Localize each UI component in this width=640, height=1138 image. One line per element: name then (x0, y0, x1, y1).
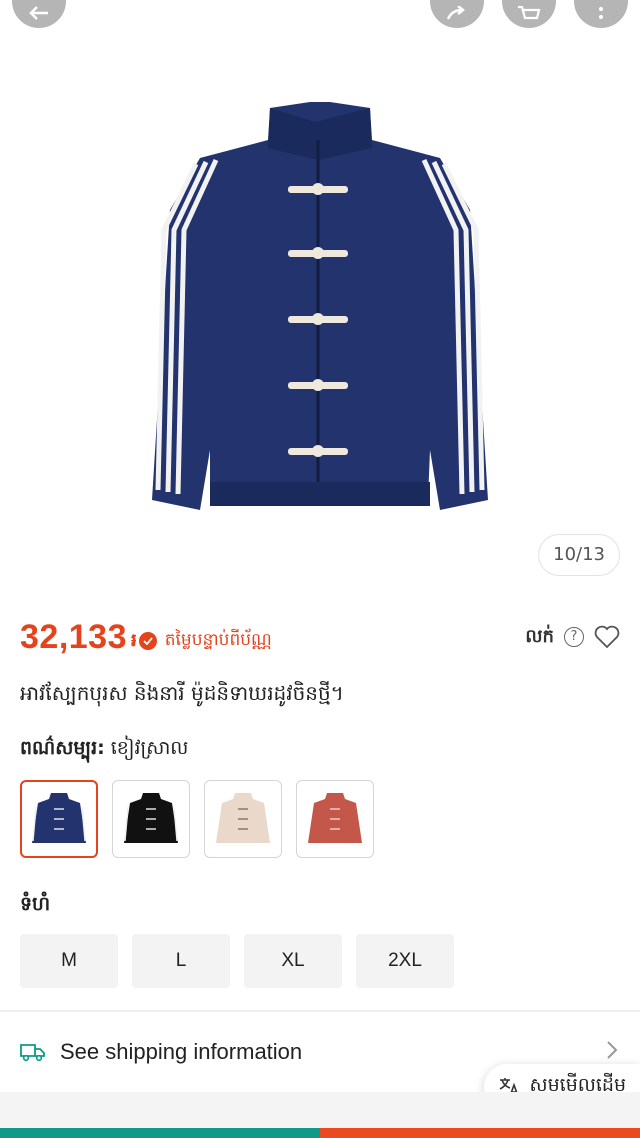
color-swatch-blue[interactable] (20, 780, 98, 858)
sell-label[interactable]: លក់ (525, 624, 554, 651)
color-label: ពណ៌សម្បុរ: ខៀវស្រាល (20, 736, 188, 764)
more-dots-icon (599, 7, 603, 19)
price-amount: 32,133 (20, 617, 127, 656)
jacket-thumbnail (216, 793, 270, 843)
currency-symbol: ៛ (131, 629, 137, 651)
jacket-thumbnail (32, 793, 86, 843)
shipping-info-label: See shipping information (60, 1039, 303, 1064)
color-swatch-red[interactable] (296, 780, 374, 858)
image-counter: 10/13 (538, 534, 620, 576)
size-option-l[interactable]: L (132, 934, 230, 988)
size-label: ទំហំ (20, 893, 51, 915)
favorite-heart-icon[interactable] (594, 625, 620, 649)
price-after-coupon-note: តម្លៃបន្ទាប់ពីប័ណ្ណ (164, 629, 272, 650)
size-option-xl[interactable]: XL (244, 934, 342, 988)
chevron-right-icon (607, 1041, 618, 1059)
size-option-2xl[interactable]: 2XL (356, 934, 454, 988)
cart-icon (518, 6, 541, 20)
bottom-action-bar (0, 1128, 640, 1138)
coupon-badge-icon (138, 632, 157, 650)
color-swatches (20, 780, 374, 858)
content-spacer (0, 1092, 640, 1128)
back-arrow-icon (29, 6, 48, 20)
delivery-truck-icon (20, 1044, 45, 1062)
product-title: អាវស្បែកបុរស និងនារី ម៉ូដនិទាឃរដូវចិនថ្ម… (20, 681, 344, 705)
jacket-thumbnail (308, 793, 362, 843)
buy-now-button[interactable] (320, 1128, 640, 1138)
share-icon (446, 6, 466, 20)
color-swatch-black[interactable] (112, 780, 190, 858)
add-to-cart-button[interactable] (0, 1128, 320, 1138)
color-label-key: ពណ៌សម្បុរ: (20, 737, 105, 759)
color-selected-value: ខៀវស្រាល (110, 737, 189, 759)
size-option-m[interactable]: M (20, 934, 118, 988)
jacket-thumbnail (124, 793, 178, 843)
help-icon[interactable]: ? (564, 627, 584, 647)
product-image-gallery[interactable]: 10/13 (0, 0, 640, 590)
color-swatch-cream[interactable] (204, 780, 282, 858)
price-row: 32,133 ៛ តម្លៃបន្ទាប់ពីប័ណ្ណ លក់ ? (20, 612, 620, 662)
size-options: M L XL 2XL (20, 934, 454, 988)
product-jacket-image (152, 102, 488, 510)
price-actions: លក់ ? (525, 624, 620, 651)
